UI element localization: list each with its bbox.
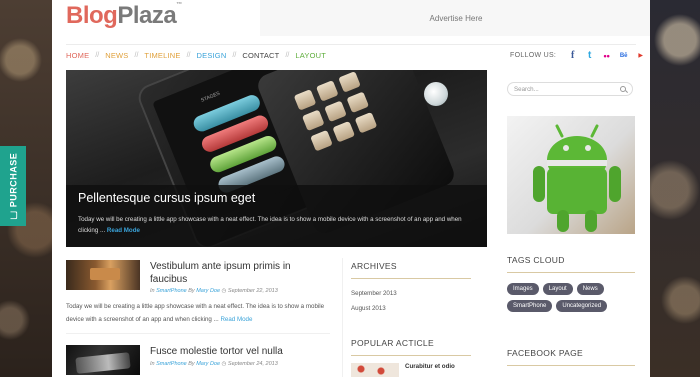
- cart-icon: [9, 211, 17, 220]
- meta-in: In: [150, 361, 155, 367]
- header-divider: [66, 44, 636, 45]
- widget-underline: [351, 278, 471, 279]
- popular-item-title: Curabitur et odio: [405, 363, 455, 370]
- post-divider: [66, 333, 330, 334]
- featured-caption: Pellentesque cursus ipsum eget Today we …: [66, 185, 487, 247]
- nav-separator: //: [95, 52, 100, 59]
- tags-cloud-title: TAGS CLOUD: [507, 255, 565, 265]
- post-date: September 24, 2013: [227, 361, 278, 367]
- widget-underline: [507, 365, 635, 366]
- page: BlogPlaza™ Advertise Here HOME // NEWS /…: [52, 0, 650, 377]
- post-meta: In SmartPhone By Mary Doe ◷ September 22…: [150, 288, 278, 294]
- post-excerpt-text: Today we will be creating a little app s…: [66, 303, 325, 323]
- tags-cloud-widget: TAGS CLOUD: [507, 255, 635, 273]
- nav-separator: //: [285, 52, 290, 59]
- advertise-banner[interactable]: Advertise Here: [260, 0, 650, 36]
- featured-read-more[interactable]: Read Mode: [107, 227, 140, 234]
- background-right: [650, 0, 700, 377]
- facebook-widget: FACEBOOK PAGE: [507, 348, 635, 366]
- archive-item-august-2013[interactable]: August 2013: [351, 305, 471, 312]
- post-meta: In SmartPhone By Mary Doe ◷ September 24…: [150, 361, 278, 367]
- purchase-label: PURCHASE: [8, 152, 19, 208]
- tag-layout[interactable]: Layout: [542, 283, 573, 295]
- calendar-icon: ◷: [221, 288, 227, 294]
- archive-item-september-2013[interactable]: September 2013: [351, 290, 471, 297]
- android-figure: [533, 124, 621, 232]
- nav-item-news[interactable]: NEWS: [105, 51, 128, 60]
- post-thumbnail[interactable]: [66, 260, 140, 290]
- nav-separator: //: [232, 52, 237, 59]
- meta-in: In: [150, 288, 155, 294]
- purchase-tab[interactable]: PURCHASE: [0, 146, 26, 226]
- archives-widget: ARCHIVES: [351, 261, 471, 279]
- popular-title: POPULAR ACTICLE: [351, 338, 434, 348]
- post-category[interactable]: SmartPhone: [156, 288, 187, 294]
- nav-separator: //: [134, 52, 139, 59]
- logo-trademark: ™: [176, 2, 182, 8]
- youtube-icon[interactable]: ▶: [636, 51, 645, 60]
- main-nav: HOME // NEWS // TIMELINE // DESIGN // CO…: [66, 51, 326, 60]
- archives-title: ARCHIVES: [351, 261, 397, 271]
- tag-news[interactable]: News: [576, 283, 604, 295]
- site-logo[interactable]: BlogPlaza™: [66, 2, 182, 30]
- facebook-icon[interactable]: f: [568, 50, 577, 61]
- usb-knob-image: [424, 82, 448, 106]
- post-item: Fusce molestie tortor vel nulla In Smart…: [66, 345, 330, 377]
- post-date: September 22, 2013: [227, 288, 278, 294]
- facebook-title: FACEBOOK PAGE: [507, 348, 584, 358]
- tag-smartphone[interactable]: SmartPhone: [507, 300, 553, 312]
- widget-underline: [351, 355, 471, 356]
- post-item: Vestibulum ante ipsum primis in faucibus…: [66, 260, 330, 330]
- search-icon[interactable]: [620, 86, 626, 92]
- meta-by: By: [188, 361, 195, 367]
- post-title[interactable]: Vestibulum ante ipsum primis in faucibus: [150, 260, 330, 286]
- logo-part-plaza: Plaza: [117, 2, 177, 29]
- behance-icon[interactable]: Bē: [619, 51, 628, 60]
- featured-excerpt: Today we will be creating a little app s…: [78, 214, 475, 236]
- nav-item-contact[interactable]: CONTACT: [242, 51, 279, 60]
- featured-title[interactable]: Pellentesque cursus ipsum eget: [78, 191, 475, 205]
- post-title[interactable]: Fusce molestie tortor vel nulla: [150, 345, 330, 358]
- follow-us-label: FOLLOW US:: [510, 52, 557, 59]
- phone-label: STAGES: [200, 90, 221, 104]
- popular-item[interactable]: Curabitur et odio: [351, 363, 471, 377]
- nav-separator: //: [186, 52, 191, 59]
- nav-item-timeline[interactable]: TIMELINE: [144, 51, 180, 60]
- column-divider: [342, 258, 343, 377]
- nav-item-home[interactable]: HOME: [66, 51, 89, 60]
- popular-widget: POPULAR ACTICLE: [351, 338, 471, 356]
- logo-part-blog: Blog: [66, 2, 118, 29]
- sidebar-image-android[interactable]: [507, 116, 635, 234]
- popular-thumbnail: [351, 363, 399, 377]
- nav-item-design[interactable]: DESIGN: [197, 51, 227, 60]
- featured-slider[interactable]: STAGES Pellentesque cursus ipsum eget To…: [66, 70, 487, 247]
- post-excerpt: Today we will be creating a little app s…: [66, 300, 330, 326]
- post-author[interactable]: Mary Doe: [196, 288, 220, 294]
- tags-list: Images Layout News SmartPhone Uncategori…: [507, 283, 635, 312]
- advertise-text: Advertise Here: [429, 13, 483, 23]
- search-placeholder: Search...: [514, 85, 539, 93]
- follow-us: FOLLOW US: f t •• Bē ▶: [510, 50, 645, 61]
- tag-images[interactable]: Images: [507, 283, 539, 295]
- calendar-icon: ◷: [221, 361, 227, 367]
- tag-uncategorized[interactable]: Uncategorized: [556, 300, 608, 312]
- post-author[interactable]: Mary Doe: [196, 361, 220, 367]
- twitter-icon[interactable]: t: [585, 50, 594, 61]
- meta-by: By: [188, 288, 195, 294]
- nav-item-layout[interactable]: LAYOUT: [295, 51, 326, 60]
- widget-underline: [507, 272, 635, 273]
- flickr-icon[interactable]: ••: [602, 51, 611, 61]
- post-thumbnail[interactable]: [66, 345, 140, 375]
- post-read-more[interactable]: Read Mode: [220, 316, 252, 323]
- post-category[interactable]: SmartPhone: [156, 361, 187, 367]
- search-input[interactable]: Search...: [507, 82, 633, 96]
